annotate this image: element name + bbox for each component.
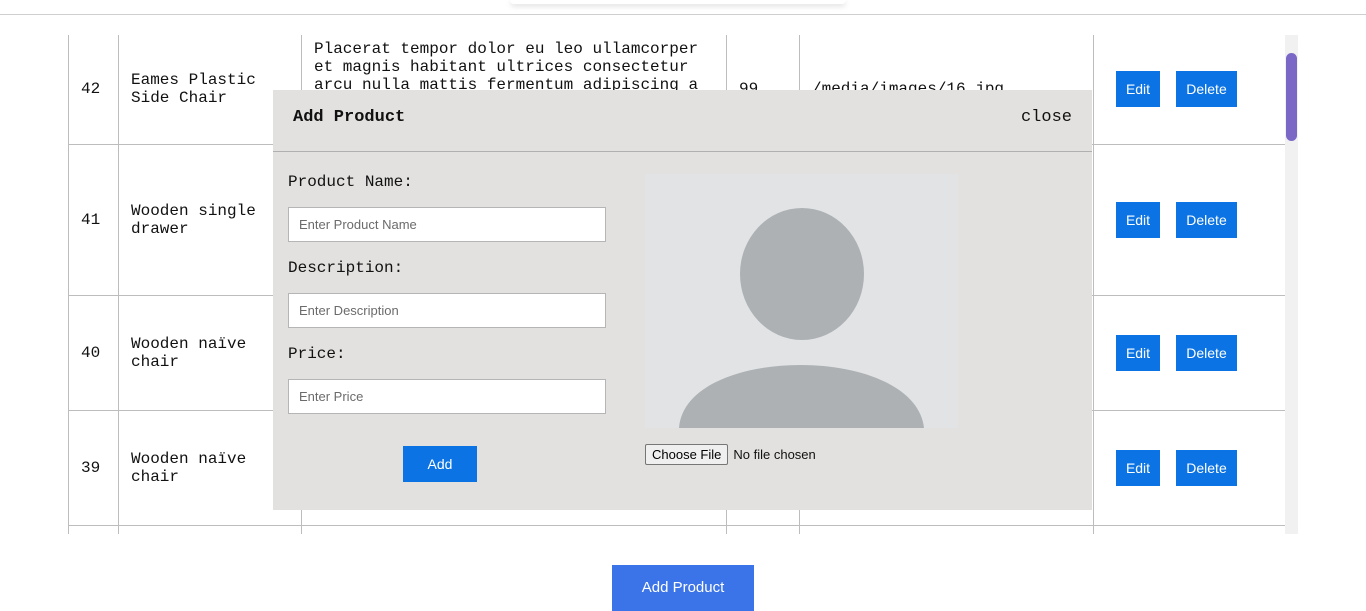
edit-button[interactable]: Edit xyxy=(1116,449,1160,486)
row-actions: Edit Delete xyxy=(1093,143,1286,296)
row-id: 42 xyxy=(68,35,119,145)
file-status-text: No file chosen xyxy=(733,447,816,462)
price-input[interactable] xyxy=(288,379,606,414)
description-label: Description: xyxy=(288,259,404,277)
row-actions: Edit Delete xyxy=(1093,35,1286,145)
row-id: 41 xyxy=(68,143,119,296)
close-button[interactable]: close xyxy=(1021,108,1072,127)
product-name-input[interactable] xyxy=(288,207,606,242)
edit-button[interactable]: Edit xyxy=(1116,71,1160,108)
modal-header: Add Product close xyxy=(273,90,1092,152)
user-avatar-icon xyxy=(645,174,958,428)
edit-button[interactable]: Edit xyxy=(1116,201,1160,238)
delete-button[interactable]: Delete xyxy=(1176,334,1237,371)
description-input[interactable] xyxy=(288,293,606,328)
delete-button[interactable]: Delete xyxy=(1176,201,1237,238)
add-product-button[interactable]: Add Product xyxy=(612,565,754,611)
row-actions: Edit Delete xyxy=(1093,409,1286,526)
edit-button[interactable]: Edit xyxy=(1116,334,1160,371)
file-upload: Choose File No file chosen xyxy=(645,444,816,465)
product-name-label: Product Name: xyxy=(288,173,413,191)
delete-button[interactable]: Delete xyxy=(1176,449,1237,486)
add-product-modal: Add Product close Product Name: Descript… xyxy=(273,90,1092,510)
row-id: 39 xyxy=(68,409,119,526)
header-divider xyxy=(0,14,1366,15)
row-actions: Edit Delete xyxy=(1093,294,1286,411)
table-scrollbar[interactable] xyxy=(1285,35,1298,534)
price-label: Price: xyxy=(288,345,346,363)
row-id: 40 xyxy=(68,294,119,411)
table-row xyxy=(68,524,1286,534)
choose-file-button[interactable]: Choose File xyxy=(645,444,729,465)
modal-title: Add Product xyxy=(293,108,406,127)
header-shadow xyxy=(510,0,846,4)
scrollbar-thumb[interactable] xyxy=(1286,53,1297,141)
delete-button[interactable]: Delete xyxy=(1176,71,1237,108)
add-button[interactable]: Add xyxy=(403,446,477,482)
